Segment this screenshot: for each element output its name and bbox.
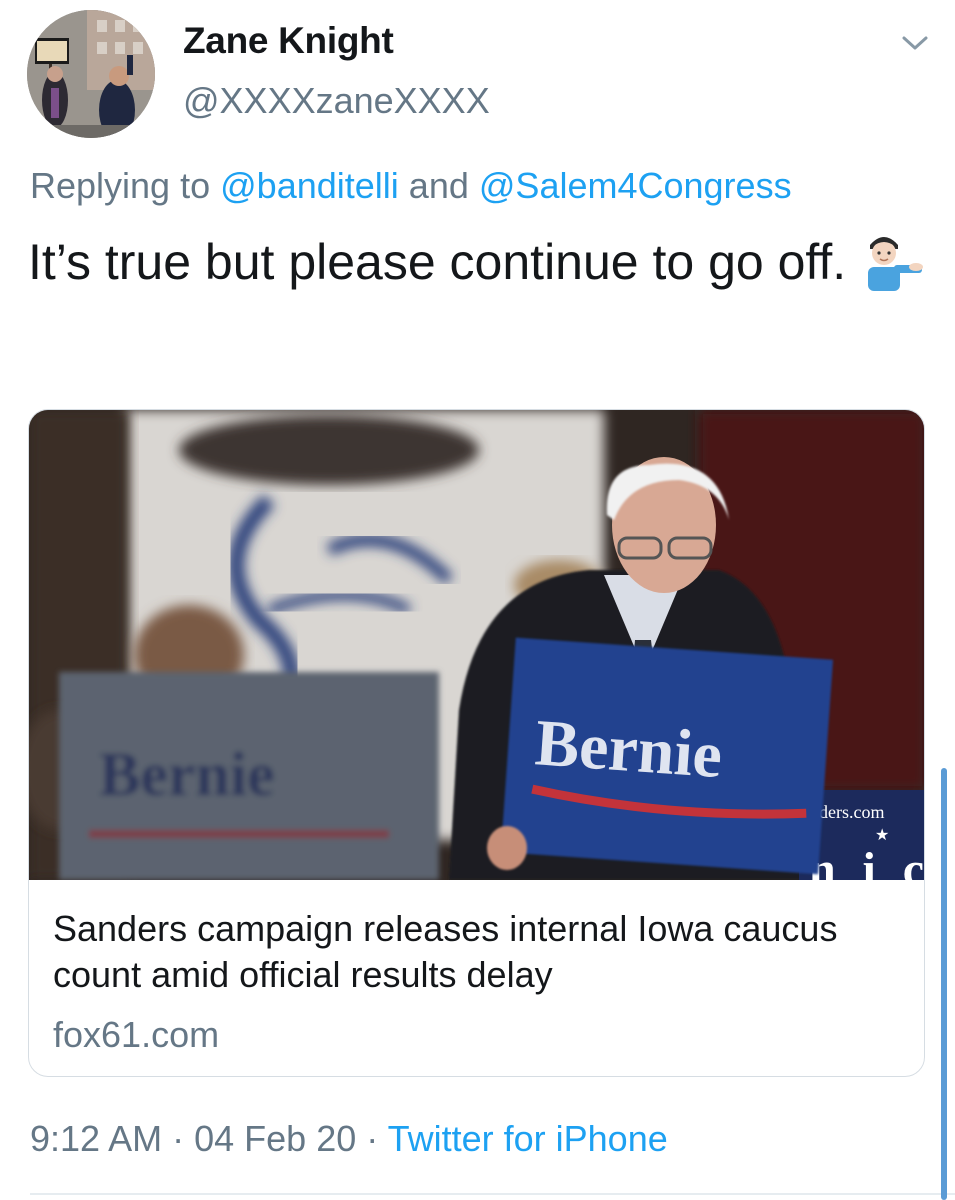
- left-sign-text: Bernie: [99, 741, 275, 809]
- tweet-source-link[interactable]: Twitter for iPhone: [388, 1118, 668, 1159]
- man-tipping-hand-icon: [854, 231, 924, 291]
- reply-prefix: Replying to: [30, 165, 211, 206]
- tweet-date[interactable]: 04 Feb 20: [194, 1118, 356, 1159]
- banner-text: ders.com: [819, 802, 884, 822]
- author-avatar[interactable]: [27, 10, 155, 138]
- right-sign-text: Bernie: [533, 706, 725, 792]
- meta-separator: ·: [366, 1118, 379, 1159]
- author-handle[interactable]: @XXXXzaneXXXX: [183, 80, 490, 122]
- card-title[interactable]: Sanders campaign releases internal Iowa …: [53, 906, 893, 998]
- card-domain: fox61.com: [53, 1014, 220, 1055]
- tweet-metadata: 9:12 AM · 04 Feb 20 · Twitter for iPhone: [30, 1118, 668, 1160]
- mention-link-salem4congress[interactable]: @Salem4Congress: [479, 165, 792, 206]
- tweet-body: It’s true but please continue to go off.: [28, 234, 847, 290]
- tweet-text: It’s true but please continue to go off.: [28, 228, 928, 296]
- meta-separator: ·: [172, 1118, 185, 1159]
- svg-text:★: ★: [875, 825, 889, 844]
- reply-context: Replying to @banditelli and @Salem4Congr…: [30, 165, 792, 207]
- divider: [30, 1193, 955, 1195]
- tweet-time[interactable]: 9:12 AM: [30, 1118, 162, 1159]
- scrollbar[interactable]: [941, 768, 947, 1200]
- mention-link-banditelli[interactable]: @banditelli: [220, 165, 399, 206]
- author-name[interactable]: Zane Knight: [183, 20, 394, 62]
- card-image[interactable]: ders.com ★ nic Bernie Bernie: [29, 410, 924, 896]
- svg-text:nic: nic: [809, 843, 924, 880]
- chevron-down-icon[interactable]: [898, 28, 932, 58]
- link-preview-card[interactable]: ders.com ★ nic Bernie Bernie Sanders cam…: [28, 409, 925, 1077]
- reply-conjunction: and: [408, 165, 469, 206]
